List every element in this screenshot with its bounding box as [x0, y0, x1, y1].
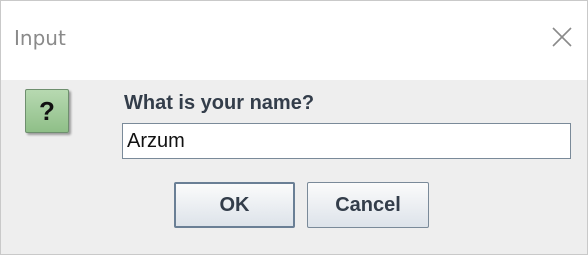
input-dialog: Input ? What is your name? OK Cancel — [0, 0, 588, 255]
dialog-title: Input — [14, 26, 66, 50]
cancel-button[interactable]: Cancel — [307, 182, 429, 228]
prompt-label: What is your name? — [124, 92, 315, 114]
close-icon[interactable] — [546, 21, 578, 53]
title-bar: Input — [1, 1, 587, 80]
name-input[interactable] — [122, 123, 571, 159]
ok-button[interactable]: OK — [174, 182, 295, 228]
question-mark-icon: ? — [25, 89, 69, 133]
dialog-content: ? What is your name? OK Cancel — [1, 80, 587, 254]
